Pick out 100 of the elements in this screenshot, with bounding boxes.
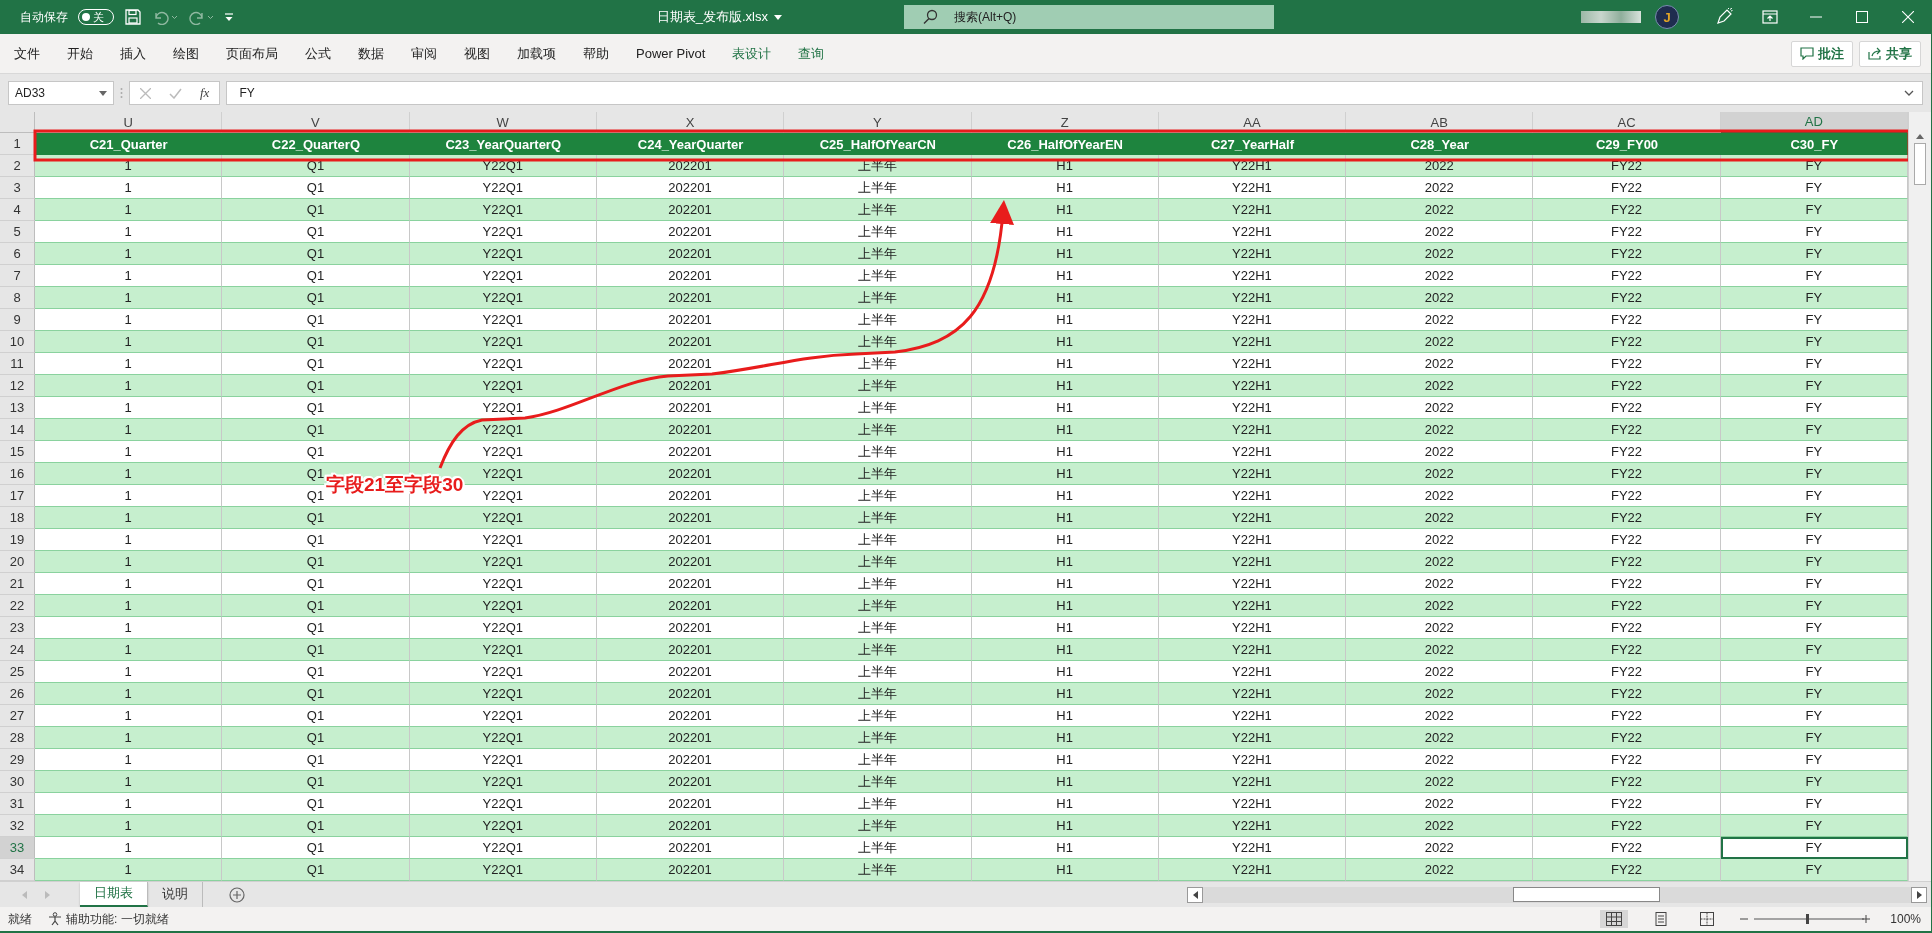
insert-function-button[interactable]: fx <box>200 85 210 101</box>
row-header[interactable]: 23 <box>0 617 35 639</box>
row-header[interactable]: 33 <box>0 837 35 859</box>
zoom-level[interactable]: 100% <box>1890 912 1921 926</box>
ribbon-tab[interactable]: Power Pivot <box>626 42 716 65</box>
grid-view-icon[interactable] <box>1606 912 1623 926</box>
ribbon-tab[interactable]: 开始 <box>57 40 103 67</box>
table-cell: FY22 <box>1533 551 1721 573</box>
check-icon[interactable] <box>169 87 182 99</box>
row-header[interactable]: 9 <box>0 309 35 331</box>
undo-icon[interactable] <box>152 9 178 25</box>
table-cell: 1 <box>35 331 223 353</box>
row-header[interactable]: 4 <box>0 199 35 221</box>
row-header[interactable]: 2 <box>0 155 35 177</box>
close-icon[interactable] <box>1902 11 1914 23</box>
customize-icon[interactable] <box>224 12 234 22</box>
file-title[interactable]: 日期表_发布版.xlsx <box>502 8 782 26</box>
ribbon-tab[interactable]: 查询 <box>788 40 835 67</box>
row-header[interactable]: 17 <box>0 485 35 507</box>
comment-button[interactable]: 批注 <box>1791 40 1853 67</box>
ribbon-tab[interactable]: 公式 <box>295 40 341 67</box>
table-cell: Q1 <box>222 683 410 705</box>
pen-icon[interactable] <box>1715 8 1733 26</box>
row-header[interactable]: 30 <box>0 771 35 793</box>
table-cell: H1 <box>971 287 1159 309</box>
row-header[interactable]: 14 <box>0 419 35 441</box>
formula-field[interactable]: FY <box>226 81 1923 105</box>
scrollbar-thumb[interactable] <box>1914 143 1926 185</box>
row-header[interactable]: 15 <box>0 441 35 463</box>
table-cell: 202201 <box>596 463 785 485</box>
table-cell: FY22 <box>1533 727 1721 749</box>
scroll-right-icon[interactable] <box>1916 890 1922 899</box>
ribbon-tab[interactable]: 表设计 <box>722 40 782 67</box>
row-header[interactable]: 27 <box>0 705 35 727</box>
sheet-tab[interactable]: 日期表 <box>80 881 148 907</box>
ribbon-tab[interactable]: 插入 <box>110 40 156 67</box>
name-box[interactable]: AD33 <box>8 81 114 105</box>
row-header[interactable]: 8 <box>0 287 35 309</box>
status-text: 就绪 <box>8 910 32 928</box>
row-header[interactable]: 24 <box>0 639 35 661</box>
row-header[interactable]: 34 <box>0 859 35 881</box>
row-header[interactable]: 10 <box>0 331 35 353</box>
table-cell: Q1 <box>222 375 410 397</box>
table-cell: Q1 <box>222 287 410 309</box>
row-header[interactable]: 20 <box>0 551 35 573</box>
header-cell: C28_Year <box>1346 133 1534 155</box>
chevron-icon <box>1904 90 1914 96</box>
ribbon-display-icon[interactable] <box>1762 10 1778 24</box>
ribbon-tab[interactable]: 绘图 <box>163 40 209 67</box>
search-field[interactable]: 搜索(Alt+Q) <box>904 5 1274 29</box>
redo-icon[interactable] <box>188 9 214 25</box>
table-cell: 上半年 <box>784 507 972 529</box>
table-cell: 1 <box>35 595 223 617</box>
scroll-left-icon[interactable] <box>1192 890 1198 899</box>
ribbon-tab[interactable]: 帮助 <box>573 40 619 67</box>
row-header[interactable]: 32 <box>0 815 35 837</box>
row-header[interactable]: 19 <box>0 529 35 551</box>
accessibility-icon[interactable] <box>48 912 62 926</box>
row-header[interactable]: 31 <box>0 793 35 815</box>
row-header[interactable]: 29 <box>0 749 35 771</box>
sheet-tab[interactable]: 说明 <box>148 881 203 907</box>
row-header[interactable]: 3 <box>0 177 35 199</box>
row-header[interactable]: 7 <box>0 265 35 287</box>
ribbon-tab[interactable]: 页面布局 <box>216 40 288 67</box>
row-header[interactable]: 5 <box>0 221 35 243</box>
row-header[interactable]: 11 <box>0 353 35 375</box>
ribbon-tab[interactable]: 数据 <box>348 40 394 67</box>
ribbon-tab[interactable]: 审阅 <box>401 40 447 67</box>
maximize-icon[interactable] <box>1856 11 1868 23</box>
ribbon-tab[interactable]: 加载项 <box>507 40 566 67</box>
page-break-icon[interactable] <box>1700 912 1715 926</box>
row-header[interactable]: 1 <box>0 133 35 155</box>
row-header[interactable]: 21 <box>0 573 35 595</box>
share-button[interactable]: 共享 <box>1859 40 1921 67</box>
table-cell: 上半年 <box>784 595 972 617</box>
row-header[interactable]: 13 <box>0 397 35 419</box>
table-cell: Y22H1 <box>1158 199 1347 221</box>
add-sheet-icon[interactable] <box>229 886 245 903</box>
ribbon-tab[interactable]: 文件 <box>4 40 50 67</box>
accessibility-status[interactable]: 辅助功能: 一切就绪 <box>66 910 169 928</box>
save-icon[interactable] <box>124 8 142 26</box>
row-header[interactable]: 28 <box>0 727 35 749</box>
scrollbar-thumb[interactable] <box>1513 887 1660 902</box>
row-header[interactable]: 12 <box>0 375 35 397</box>
row-header[interactable]: 26 <box>0 683 35 705</box>
table-cell: 1 <box>35 287 223 309</box>
row-header[interactable]: 6 <box>0 243 35 265</box>
table-cell: Y22Q1 <box>409 595 597 617</box>
scroll-up-icon[interactable] <box>1916 134 1924 139</box>
ribbon-tab[interactable]: 视图 <box>454 40 500 67</box>
row-header[interactable]: 16 <box>0 463 35 485</box>
page-layout-icon[interactable] <box>1654 912 1669 926</box>
row-header[interactable]: 18 <box>0 507 35 529</box>
row-header[interactable]: 25 <box>0 661 35 683</box>
avatar[interactable]: J <box>1655 5 1679 29</box>
zoom-slider-icon[interactable] <box>1740 913 1871 925</box>
table-cell: 2022 <box>1346 683 1534 705</box>
table-cell: Y22H1 <box>1158 375 1347 397</box>
table-cell: Y22Q1 <box>409 419 597 441</box>
row-header[interactable]: 22 <box>0 595 35 617</box>
